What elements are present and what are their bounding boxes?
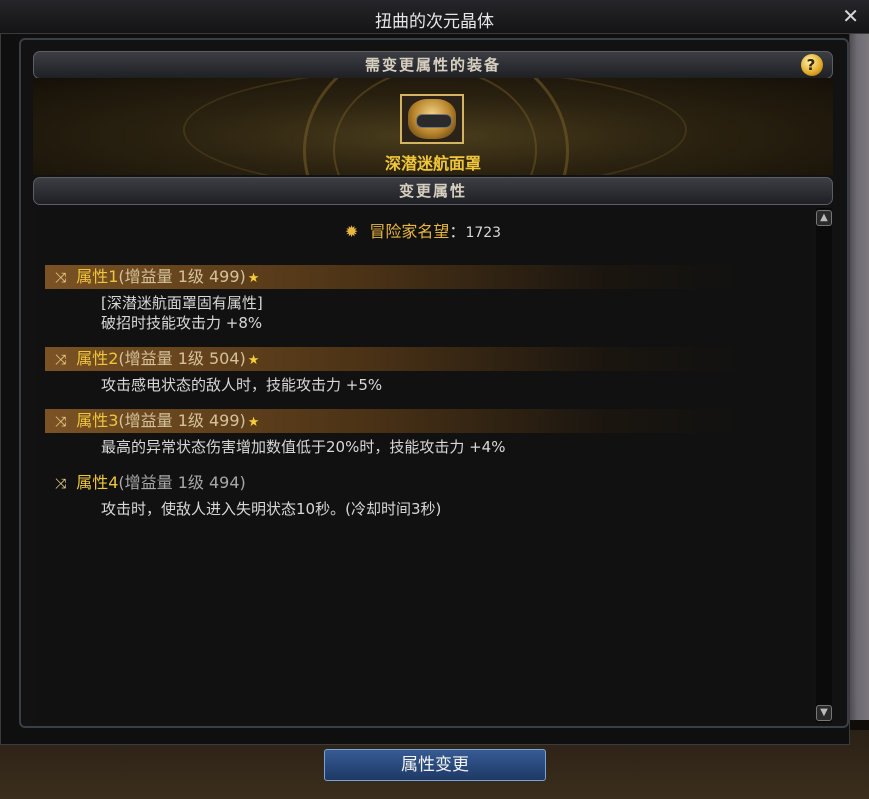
help-icon[interactable]: ? xyxy=(801,54,823,76)
close-icon[interactable]: ✕ xyxy=(842,6,859,26)
fame-value: 1723 xyxy=(465,225,502,241)
attribute-name: 属性2 xyxy=(76,349,119,368)
attribute-4-line-1: 攻击时，使敌人进入失明状态10秒。(冷却时间3秒) xyxy=(101,500,442,518)
equipment-item-icon[interactable] xyxy=(400,94,464,144)
change-header-label: 变更属性 xyxy=(398,182,467,200)
fame-label: 冒险家名望 xyxy=(369,222,450,241)
fame-separator: ： xyxy=(449,222,466,241)
attribute-name: 属性4 xyxy=(76,473,119,492)
attribute-2-line-1: 攻击感电状态的敌人时，技能攻击力 +5% xyxy=(101,376,383,394)
fame-icon: ✹ xyxy=(344,222,359,241)
shuffle-icon: ⤨ xyxy=(55,270,67,286)
adventurer-fame: ✹ 冒险家名望：1723 xyxy=(33,218,813,242)
change-attribute-button[interactable]: 属性变更 xyxy=(324,749,546,781)
attribute-level: (增益量 1级 504) xyxy=(118,349,246,368)
attribute-list: ✹ 冒险家名望：1723 ⤨ 属性1(增益量 1级 499) ★ [深潜迷航面罩固有… xyxy=(33,208,813,723)
attribute-1-header[interactable]: ⤨ 属性1(增益量 1级 499) ★ xyxy=(55,265,259,289)
equipment-display: 深潜迷航面罩 xyxy=(33,78,833,175)
goggle-icon xyxy=(416,114,452,128)
shuffle-icon: ⤨ xyxy=(55,414,67,430)
window-title: 扭曲的次元晶体 xyxy=(375,12,494,32)
scroll-up-icon[interactable]: ▲ xyxy=(816,210,832,226)
shuffle-icon: ⤨ xyxy=(55,352,67,368)
attribute-3-header[interactable]: ⤨ 属性3(增益量 1级 499) ★ xyxy=(55,409,259,433)
attribute-3-line-1: 最高的异常状态伤害增加数值低于20%时，技能攻击力 +4% xyxy=(101,438,506,456)
attribute-1-line-1: [深潜迷航面罩固有属性] xyxy=(101,294,263,312)
change-section-header: 变更属性 xyxy=(33,177,833,205)
title-bar[interactable]: 扭曲的次元晶体 ✕ xyxy=(0,0,869,34)
shuffle-icon: ⤨ xyxy=(55,476,67,492)
attribute-name: 属性3 xyxy=(76,411,119,430)
equipment-header-label: 需变更属性的装备 xyxy=(364,56,501,74)
star-icon: ★ xyxy=(247,271,260,286)
star-icon: ★ xyxy=(247,353,260,368)
scroll-down-icon[interactable]: ▼ xyxy=(816,705,832,721)
attribute-1-line-2: 破招时技能攻击力 +8% xyxy=(101,314,263,332)
attribute-4-header[interactable]: ⤨ 属性4(增益量 1级 494) xyxy=(55,471,246,495)
attribute-level: (增益量 1级 499) xyxy=(118,267,246,286)
attribute-name: 属性1 xyxy=(76,267,119,286)
equipment-section-header: 需变更属性的装备 ? xyxy=(33,51,833,79)
attribute-level: (增益量 1级 499) xyxy=(118,411,246,430)
attribute-2-header[interactable]: ⤨ 属性2(增益量 1级 504) ★ xyxy=(55,347,259,371)
equipment-name: 深潜迷航面罩 xyxy=(384,154,481,173)
star-icon: ★ xyxy=(247,415,260,430)
attribute-level: (增益量 1级 494) xyxy=(118,473,246,492)
scrollbar[interactable]: ▲ ▼ xyxy=(816,208,832,723)
